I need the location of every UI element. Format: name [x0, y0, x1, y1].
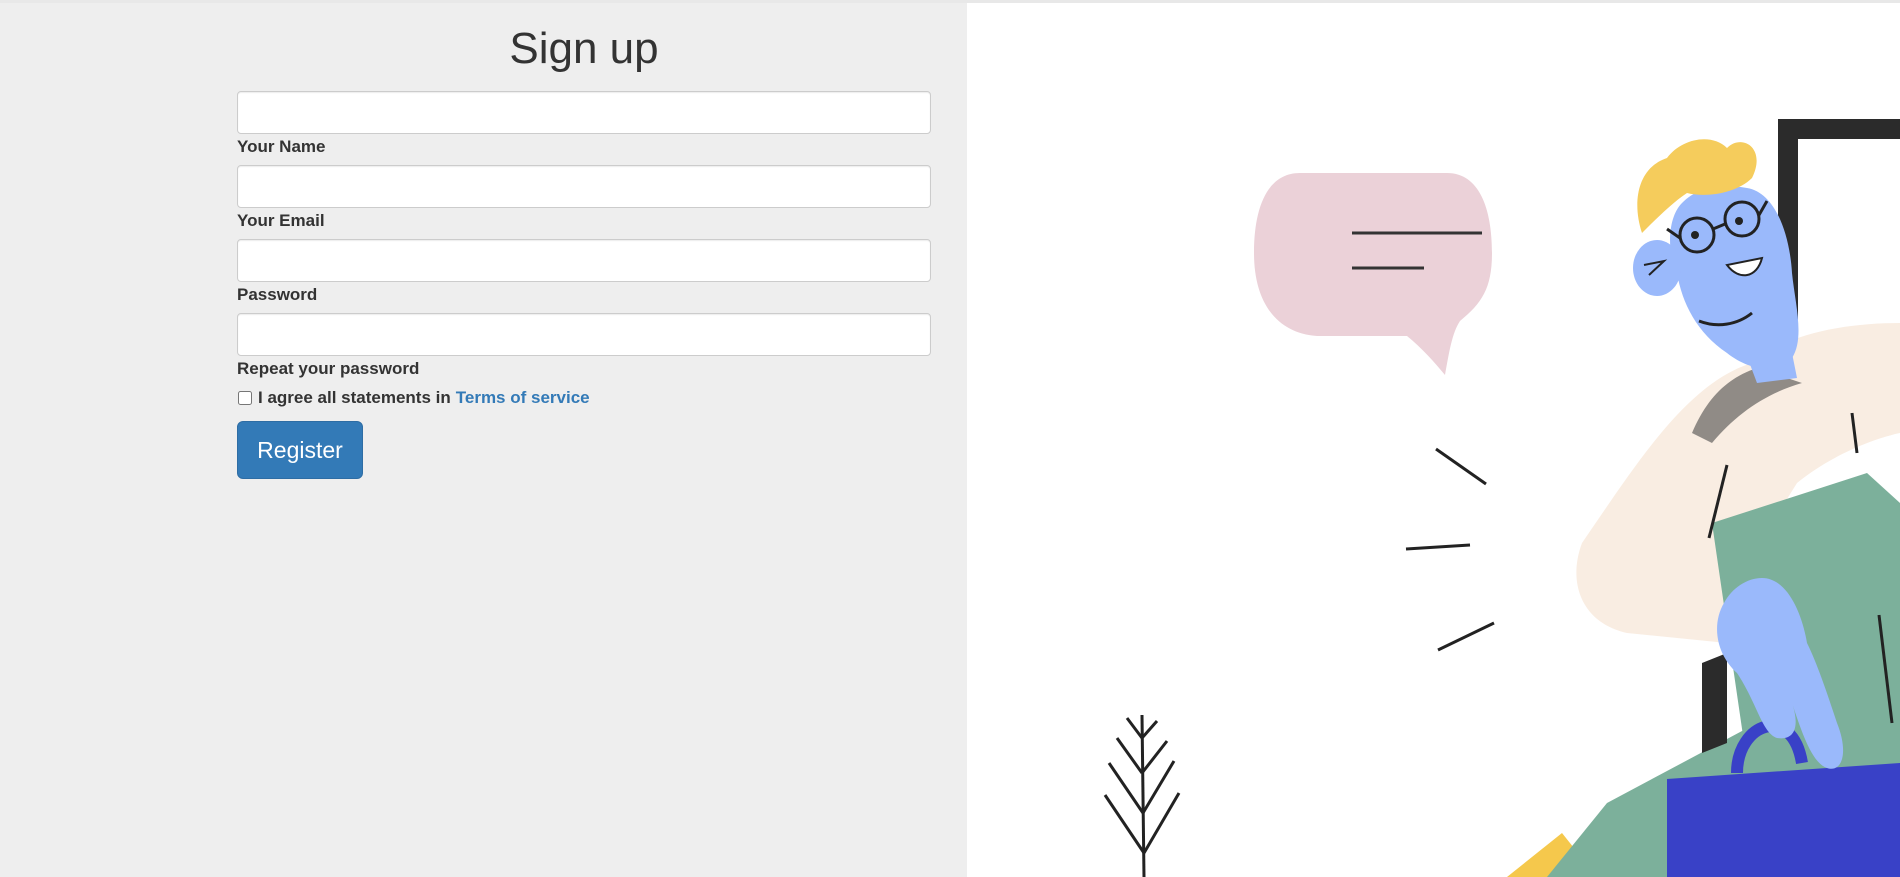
email-field-group: Your Email	[237, 165, 931, 231]
register-button[interactable]: Register	[237, 421, 363, 479]
plant	[1103, 714, 1181, 877]
dash-2	[1405, 543, 1471, 551]
name-label: Your Name	[237, 137, 326, 156]
name-field-group: Your Name	[237, 91, 931, 157]
dash-1	[1435, 447, 1487, 486]
illustration-panel	[967, 3, 1900, 877]
page-title: Sign up	[509, 24, 659, 73]
password-input[interactable]	[237, 239, 931, 282]
email-input[interactable]	[237, 165, 931, 208]
terms-agreement: I agree all statements in Terms of servi…	[237, 388, 590, 408]
repeat-password-field-group: Repeat your password	[237, 313, 931, 379]
bag	[1667, 763, 1900, 877]
shadow-block	[1702, 653, 1727, 753]
name-input[interactable]	[237, 91, 931, 134]
agree-checkbox[interactable]	[238, 391, 252, 405]
speech-bubble	[1254, 173, 1492, 375]
eye-right	[1735, 217, 1743, 225]
repeat-password-label: Repeat your password	[237, 359, 420, 378]
signup-panel: Sign up Your Name Your Email Password Re…	[0, 3, 967, 877]
terms-of-service-link[interactable]: Terms of service	[456, 388, 590, 408]
password-field-group: Password	[237, 239, 931, 305]
password-label: Password	[237, 285, 318, 304]
eye-left	[1691, 231, 1699, 239]
dash-3	[1437, 621, 1495, 652]
agree-text: I agree all statements in	[258, 388, 451, 407]
email-label: Your Email	[237, 211, 325, 230]
repeat-password-input[interactable]	[237, 313, 931, 356]
person-with-speech-bubble-illustration	[1103, 119, 1900, 877]
